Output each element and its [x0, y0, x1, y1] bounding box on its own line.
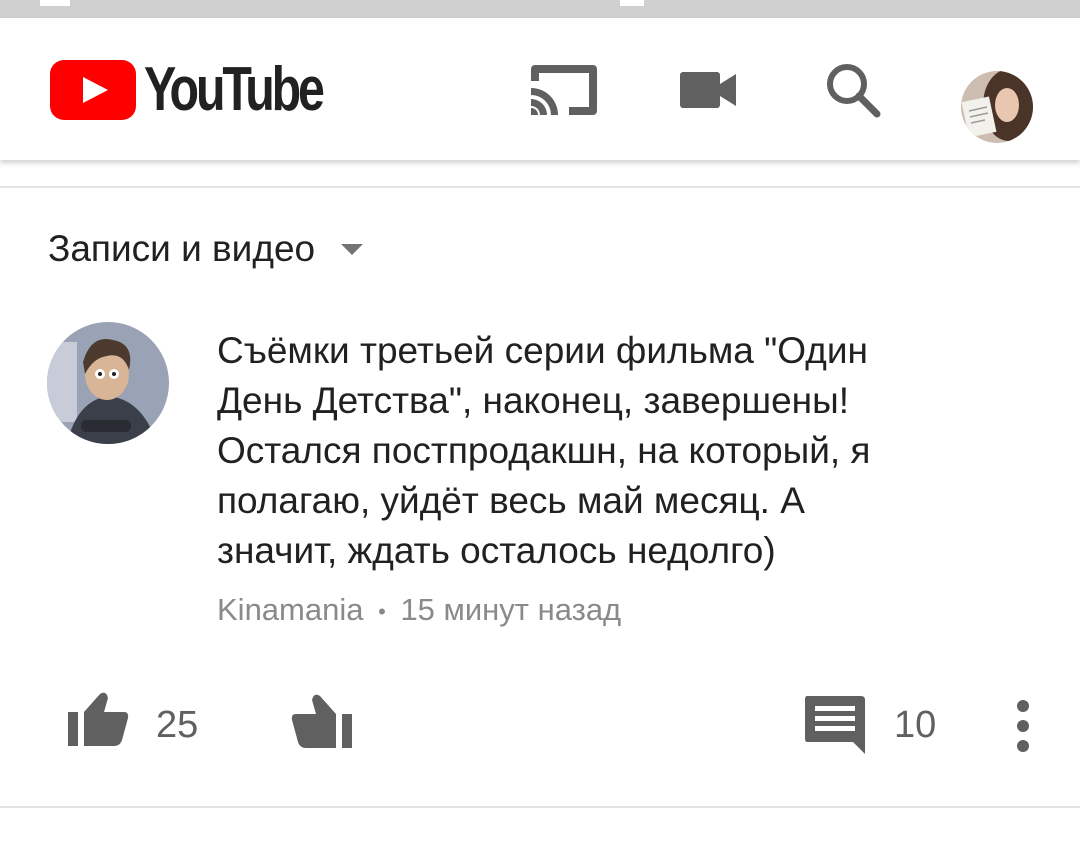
post-author[interactable]: Kinamania	[217, 592, 363, 627]
cast-icon[interactable]	[529, 61, 599, 119]
dropdown-arrow-icon	[341, 243, 364, 255]
account-avatar[interactable]	[961, 71, 1033, 143]
posts-filter-dropdown[interactable]: Записи и видео	[48, 228, 364, 270]
like-count: 25	[156, 704, 199, 746]
dislike-button[interactable]	[290, 692, 354, 750]
post-timestamp[interactable]: 15 минут назад	[400, 592, 621, 627]
comment-count: 10	[894, 704, 937, 746]
section-divider	[0, 186, 1080, 188]
post-meta: Kinamania • 15 минут назад	[217, 592, 621, 628]
post-text: Съёмки третьей серии фильма "Один День Д…	[217, 330, 871, 571]
search-icon[interactable]	[825, 62, 881, 118]
youtube-logo[interactable]: YouTube	[50, 55, 372, 124]
like-button[interactable]	[66, 690, 130, 748]
thumbs-down-icon	[291, 694, 352, 748]
status-bar-mark	[40, 0, 70, 6]
comments-button[interactable]	[803, 694, 867, 756]
video-camera-icon[interactable]	[680, 70, 738, 110]
comment-icon	[805, 696, 865, 754]
channel-avatar[interactable]	[47, 322, 169, 444]
post-actions: 25 10	[0, 690, 1080, 760]
app-header: YouTube	[0, 18, 1080, 160]
status-bar	[0, 0, 1080, 18]
youtube-logo-text: YouTube	[144, 55, 325, 124]
more-options-icon[interactable]	[1010, 698, 1036, 754]
posts-filter-label: Записи и видео	[48, 228, 316, 269]
youtube-play-icon	[50, 60, 136, 120]
meta-separator: •	[378, 598, 386, 624]
post-divider	[0, 806, 1080, 808]
thumbs-up-icon	[68, 692, 129, 746]
status-bar-mark	[620, 0, 644, 6]
